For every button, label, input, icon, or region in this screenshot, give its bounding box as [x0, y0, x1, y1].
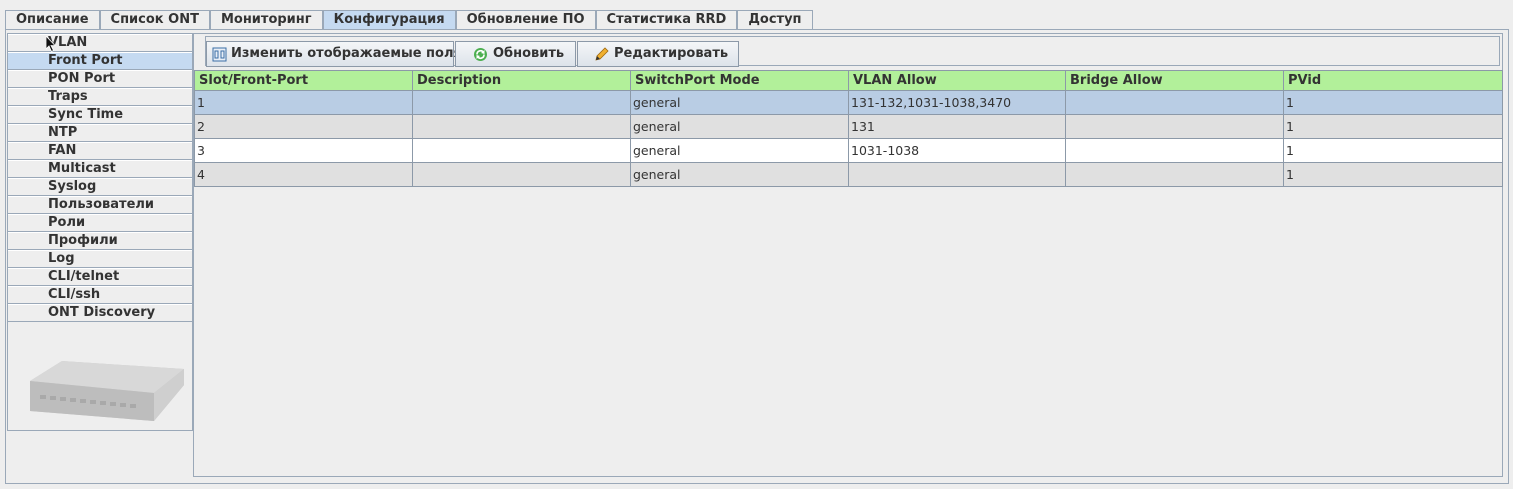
- sidebar-item-cli-ssh[interactable]: CLI/ssh: [8, 286, 192, 304]
- cell-bridge-allow: [1065, 138, 1284, 163]
- cell-vlan-allow: 131-132,1031-1038,3470: [848, 90, 1066, 115]
- sidebar-item-profiles[interactable]: Профили: [8, 232, 192, 250]
- columns-icon: [212, 47, 227, 62]
- pencil-icon: [595, 47, 609, 61]
- sidebar-item-traps[interactable]: Traps: [8, 88, 192, 106]
- cell-bridge-allow: [1065, 162, 1284, 187]
- sidebar-item-cli-telnet[interactable]: CLI/telnet: [8, 268, 192, 286]
- cell-bridge-allow: [1065, 114, 1284, 139]
- column-header-description[interactable]: Description: [412, 70, 631, 91]
- mouse-cursor-icon: [46, 36, 56, 52]
- cell-slot: 4: [194, 162, 413, 187]
- cell-mode: general: [630, 114, 849, 139]
- tab-configuration[interactable]: Конфигурация: [322, 10, 456, 30]
- cell-description: [412, 138, 631, 163]
- edit-label: Редактировать: [614, 46, 729, 61]
- cell-pvid: 1: [1283, 162, 1503, 187]
- sidebar-item-pon-port[interactable]: PON Port: [8, 70, 192, 88]
- column-header-bridge-allow[interactable]: Bridge Allow: [1065, 70, 1284, 91]
- cell-pvid: 1: [1283, 90, 1503, 115]
- device-image: [30, 361, 184, 421]
- refresh-label: Обновить: [493, 46, 565, 61]
- main-tab-strip: Описание Список ONT Мониторинг Конфигура…: [5, 10, 813, 30]
- refresh-icon: [474, 48, 487, 61]
- column-header-slot[interactable]: Slot/Front-Port: [194, 70, 413, 91]
- config-sidebar: VLAN Front Port PON Port Traps Sync Time…: [7, 33, 193, 431]
- tab-rrd-statistics[interactable]: Статистика RRD: [595, 10, 738, 29]
- sidebar-item-ntp[interactable]: NTP: [8, 124, 192, 142]
- sidebar-item-multicast[interactable]: Multicast: [8, 160, 192, 178]
- sidebar-item-sync-time[interactable]: Sync Time: [8, 106, 192, 124]
- cell-pvid: 1: [1283, 138, 1503, 163]
- sidebar-item-vlan[interactable]: VLAN: [8, 34, 192, 52]
- sidebar-item-syslog[interactable]: Syslog: [8, 178, 192, 196]
- sidebar-item-ont-discovery[interactable]: ONT Discovery: [8, 304, 192, 322]
- cell-description: [412, 90, 631, 115]
- tab-access[interactable]: Доступ: [737, 10, 813, 29]
- sidebar-item-roles[interactable]: Роли: [8, 214, 192, 232]
- sidebar-item-log[interactable]: Log: [8, 250, 192, 268]
- cell-mode: general: [630, 90, 849, 115]
- cell-vlan-allow: [848, 162, 1066, 187]
- refresh-button[interactable]: Обновить: [455, 41, 576, 67]
- sidebar-item-users[interactable]: Пользователи: [8, 196, 192, 214]
- edit-button[interactable]: Редактировать: [577, 41, 739, 67]
- table-row[interactable]: 4 general 1: [194, 162, 1503, 187]
- change-fields-button[interactable]: Изменить отображаемые поля: [206, 41, 462, 67]
- front-port-table: Slot/Front-Port Description SwitchPort M…: [194, 70, 1503, 187]
- tab-ont-list[interactable]: Список ONT: [99, 10, 210, 29]
- sidebar-item-front-port[interactable]: Front Port: [8, 52, 192, 70]
- table-header-row: Slot/Front-Port Description SwitchPort M…: [194, 70, 1503, 91]
- cell-mode: general: [630, 162, 849, 187]
- cell-vlan-allow: 1031-1038: [848, 138, 1066, 163]
- cell-slot: 3: [194, 138, 413, 163]
- tab-firmware-update[interactable]: Обновление ПО: [455, 10, 596, 29]
- cell-vlan-allow: 131: [848, 114, 1066, 139]
- cell-bridge-allow: [1065, 90, 1284, 115]
- column-header-vlan-allow[interactable]: VLAN Allow: [848, 70, 1066, 91]
- cell-slot: 2: [194, 114, 413, 139]
- cell-pvid: 1: [1283, 114, 1503, 139]
- table-row[interactable]: 1 general 131-132,1031-1038,3470 1: [194, 90, 1503, 115]
- cell-description: [412, 114, 631, 139]
- cell-mode: general: [630, 138, 849, 163]
- tab-description[interactable]: Описание: [5, 10, 100, 29]
- change-fields-label: Изменить отображаемые поля: [231, 46, 462, 61]
- tab-monitoring[interactable]: Мониторинг: [209, 10, 323, 29]
- sidebar-item-fan[interactable]: FAN: [8, 142, 192, 160]
- column-header-switchport-mode[interactable]: SwitchPort Mode: [630, 70, 849, 91]
- cell-description: [412, 162, 631, 187]
- table-row[interactable]: 3 general 1031-1038 1: [194, 138, 1503, 163]
- table-row[interactable]: 2 general 131 1: [194, 114, 1503, 139]
- cell-slot: 1: [194, 90, 413, 115]
- column-header-pvid[interactable]: PVid: [1283, 70, 1503, 91]
